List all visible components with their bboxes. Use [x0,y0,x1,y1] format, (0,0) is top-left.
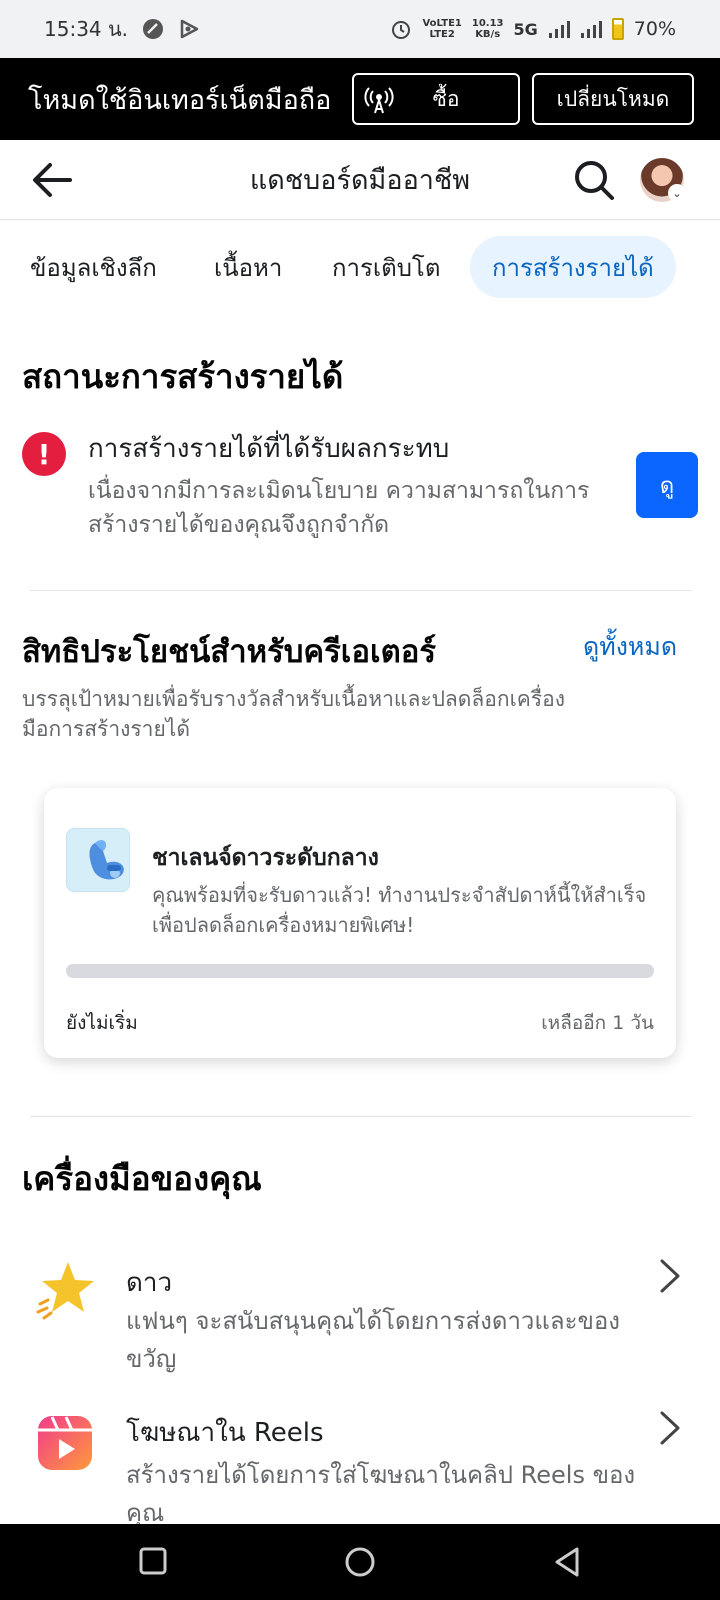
tool-description: แฟนๆ จะสนับสนุนคุณได้โดยการส่งดาวและของข… [126,1307,621,1373]
challenge-card[interactable]: ชาเลนจ์ดาวระดับกลาง คุณพร้อมที่จะรับดาวแ… [44,788,676,1058]
see-all-link[interactable]: ดูทั้งหมด [583,627,677,667]
tab-growth[interactable]: การเติบโต [310,236,462,298]
status-right-group: VoLTE1 LTE2 10.13 KB/s 5G 70% [390,18,676,40]
battery-icon [611,18,624,40]
buy-label: ซื้อ [432,86,460,111]
challenge-image [66,828,130,892]
chevron-down-icon[interactable]: ⌄ [668,184,686,202]
data-mode-title: โหมดใช้อินเทอร์เน็ตมือถือ [28,84,332,116]
broadcast-icon [364,87,394,114]
back-icon[interactable] [552,1546,582,1578]
status-bar: 15:34 น. VoLTE1 LTE2 10.13 KB/s 5G 70% [0,0,720,58]
search-icon[interactable] [572,158,616,202]
tool-title: โฆษณาใน Reels [126,1418,324,1448]
challenge-progress-bar [66,964,654,978]
tool-title: ดาว [126,1268,173,1298]
chevron-right-icon[interactable] [656,1258,684,1294]
home-icon[interactable] [344,1546,376,1578]
switch-mode-button[interactable]: เปลี่ยนโหมด [532,73,694,125]
creator-benefits-description: บรรลุเป้าหมายเพื่อรับรางวัลสำหรับเนื้อหา… [22,687,565,741]
tool-description: สร้างรายได้โดยการใส่โฆษณาในคลิป Reels ขอ… [126,1461,636,1527]
signal-icon-1 [548,21,570,38]
network-speed: 10.13 KB/s [471,18,504,40]
challenge-remaining: เหลืออีก 1 วัน [541,1012,654,1034]
alert-description: เนื่องจากมีการละเมิดนโยบาย ความสามารถในก… [88,478,590,538]
tab-insights[interactable]: ข้อมูลเชิงลึก [8,236,179,298]
play-app-icon [180,19,199,39]
signal-icon-2 [580,21,602,38]
network-type: 5G [513,19,538,39]
monetization-status-heading: สถานะการสร้างรายได้ [22,357,344,396]
leaf-app-icon [143,19,164,39]
status-time: 15:34 น. [44,17,129,41]
chevron-right-icon[interactable] [656,1410,684,1446]
reels-icon [38,1416,92,1470]
your-tools-heading: เครื่องมือของคุณ [22,1159,262,1198]
tab-content[interactable]: เนื้อหา [192,236,304,298]
alert-title: การสร้างรายได้ที่ได้รับผลกระทบ [88,434,450,464]
data-mode-banner: โหมดใช้อินเทอร์เน็ตมือถือ ซื้อ เปลี่ยนโห… [0,58,720,140]
recent-apps-icon[interactable] [138,1546,168,1576]
tab-bar: ข้อมูลเชิงลึก เนื้อหา การเติบโต การสร้าง… [0,220,720,306]
alert-icon: ! [22,432,66,476]
challenge-status: ยังไม่เริ่ม [66,1012,138,1034]
divider [30,1116,692,1117]
creator-benefits-heading: สิทธิประโยชน์สำหรับครีเอเตอร์ [22,634,436,670]
challenge-description: คุณพร้อมที่จะรับดาวแล้ว! ทำงานประจำสัปดา… [152,883,647,937]
tab-monetization[interactable]: การสร้างรายได้ [470,236,676,298]
challenge-title: ชาเลนจ์ดาวระดับกลาง [152,845,379,871]
app-header: แดชบอร์ดมืออาชีพ ⌄ [0,140,720,220]
view-button[interactable]: ดู [636,452,698,518]
status-time-group: 15:34 น. [44,13,200,45]
star-icon [36,1262,94,1320]
navigation-bar [0,1524,720,1600]
buy-button[interactable]: ซื้อ [352,73,520,125]
battery-level: 70% [633,18,676,40]
divider [30,590,692,591]
alarm-icon [392,21,411,39]
volte-indicator: VoLTE1 LTE2 [422,18,462,40]
strong-arm-icon [89,840,124,880]
